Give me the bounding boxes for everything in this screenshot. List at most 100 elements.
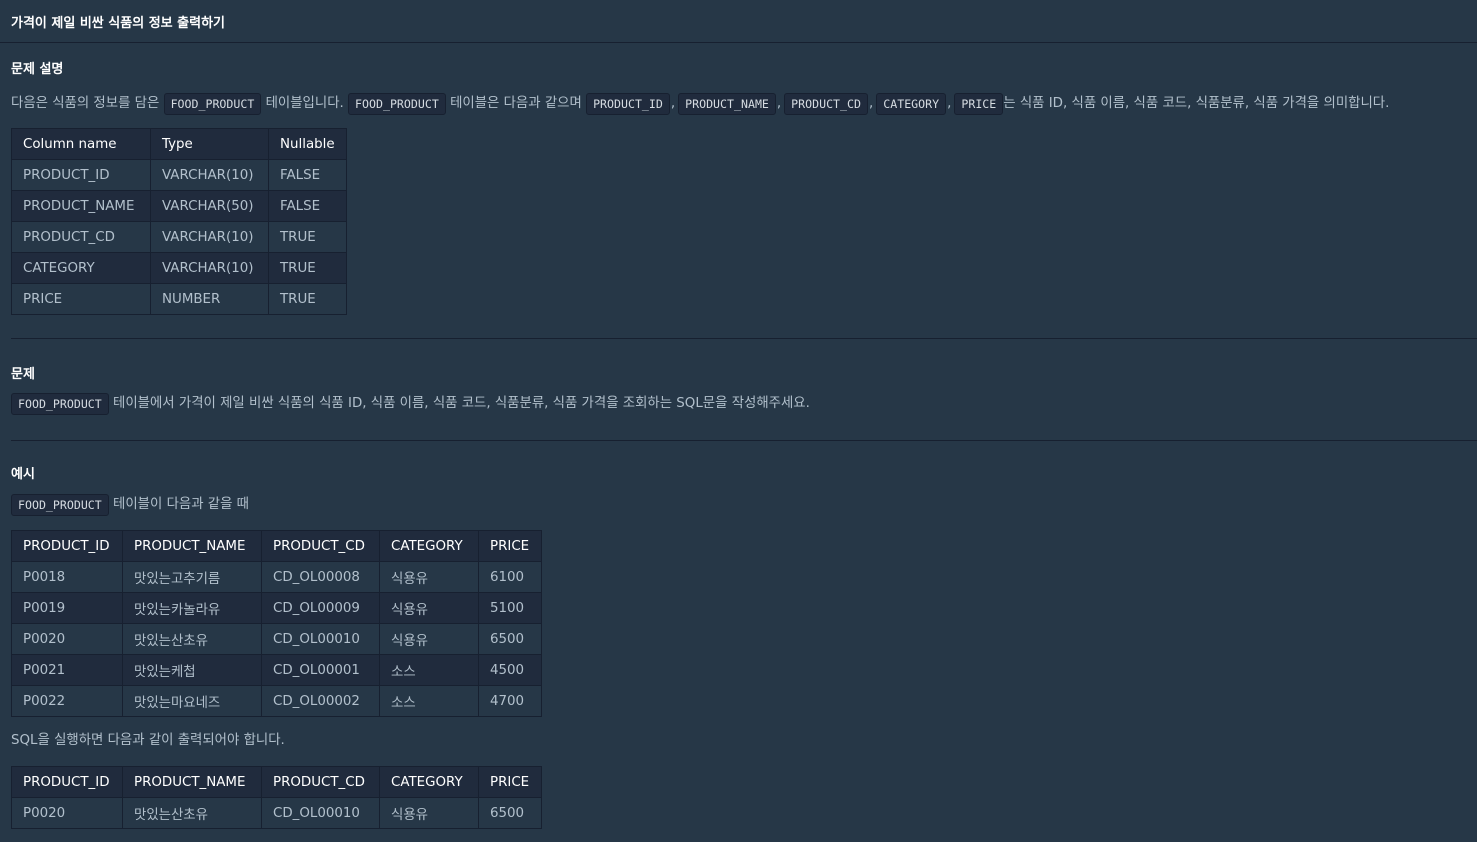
divider — [11, 440, 1477, 441]
table-header-cell: Type — [150, 128, 269, 160]
table-cell: CD_OL00009 — [261, 592, 380, 624]
table-cell: P0021 — [11, 654, 123, 686]
table-header-cell: PRODUCT_ID — [11, 766, 123, 798]
table-header-cell: PRODUCT_NAME — [122, 530, 262, 562]
table-header-row: PRODUCT_ID PRODUCT_NAME PRODUCT_CD CATEG… — [11, 766, 542, 798]
comma: , — [868, 96, 874, 111]
problem-page: 가격이 제일 비싼 식품의 정보 출력하기 문제 설명 다음은 식품의 정보를 … — [0, 0, 1477, 842]
table-cell: P0018 — [11, 561, 123, 593]
example-text: 테이블이 다음과 같을 때 — [113, 497, 249, 512]
title-bar: 가격이 제일 비싼 식품의 정보 출력하기 — [0, 0, 1477, 43]
table-row: PRICE NUMBER TRUE — [11, 283, 347, 315]
table-cell: P0020 — [11, 623, 123, 655]
table-cell: 맛있는마요네즈 — [122, 685, 262, 717]
comma: , — [776, 96, 782, 111]
table-cell: 소스 — [379, 685, 479, 717]
table-cell: 소스 — [379, 654, 479, 686]
desc-text-3: 테이블은 다음과 같으며 — [450, 96, 582, 111]
problem-text: 테이블에서 가격이 제일 비싼 식품의 식품 ID, 식품 이름, 식품 코드,… — [113, 396, 810, 411]
table-cell: 5100 — [478, 592, 542, 624]
table-header-cell: CATEGORY — [379, 530, 479, 562]
code-food-product: FOOD_PRODUCT — [348, 93, 446, 115]
table-header-cell: PRICE — [478, 766, 542, 798]
example-heading: 예시 — [11, 467, 35, 482]
table-row: P0020 맛있는산초유 CD_OL00010 식용유 6500 — [11, 797, 542, 829]
code-product-cd: PRODUCT_CD — [784, 93, 868, 115]
code-food-product: FOOD_PRODUCT — [163, 93, 262, 115]
table-cell: 맛있는카놀라유 — [122, 592, 262, 624]
table-cell: 6500 — [478, 623, 542, 655]
table-row: CATEGORY VARCHAR(10) TRUE — [11, 252, 347, 284]
table-cell: CD_OL00002 — [261, 685, 380, 717]
table-cell: PRODUCT_NAME — [11, 190, 151, 222]
table-cell: CD_OL00001 — [261, 654, 380, 686]
table-cell: FALSE — [268, 159, 347, 191]
table-row: PRODUCT_CD VARCHAR(10) TRUE — [11, 221, 347, 253]
table-cell: 식용유 — [379, 561, 479, 593]
table-row: P0019 맛있는카놀라유 CD_OL00009 식용유 5100 — [11, 592, 542, 624]
table-cell: VARCHAR(50) — [150, 190, 269, 222]
table-header-cell: PRICE — [478, 530, 542, 562]
table-row: P0022 맛있는마요네즈 CD_OL00002 소스 4700 — [11, 685, 542, 717]
table-cell: FALSE — [268, 190, 347, 222]
table-header-cell: PRODUCT_NAME — [122, 766, 262, 798]
code-product-name: PRODUCT_NAME — [678, 93, 776, 115]
page-title: 가격이 제일 비싼 식품의 정보 출력하기 — [11, 15, 225, 31]
table-cell: TRUE — [268, 252, 347, 284]
result-sentence: SQL을 실행하면 다음과 같이 출력되어야 합니다. — [11, 730, 285, 753]
table-cell: 식용유 — [379, 592, 479, 624]
code-food-product: FOOD_PRODUCT — [11, 494, 109, 516]
table-cell: 4500 — [478, 654, 542, 686]
code-product-id: PRODUCT_ID — [586, 93, 670, 115]
table-row: P0020 맛있는산초유 CD_OL00010 식용유 6500 — [11, 623, 542, 655]
table-cell: TRUE — [268, 283, 347, 315]
table-row: P0021 맛있는케첩 CD_OL00001 소스 4500 — [11, 654, 542, 686]
table-row: P0018 맛있는고추기름 CD_OL00008 식용유 6100 — [11, 561, 542, 593]
table-cell: PRICE — [11, 283, 151, 315]
problem-sentence: FOOD_PRODUCT 테이블에서 가격이 제일 비싼 식품의 식품 ID, … — [11, 393, 810, 416]
table-cell: VARCHAR(10) — [150, 252, 269, 284]
table-cell: TRUE — [268, 221, 347, 253]
table-cell: PRODUCT_CD — [11, 221, 151, 253]
example-input-table: PRODUCT_ID PRODUCT_NAME PRODUCT_CD CATEG… — [11, 530, 542, 717]
problem-heading: 문제 — [11, 367, 35, 382]
desc-text-1: 다음은 식품의 정보를 담은 — [11, 96, 160, 111]
table-cell: CD_OL00010 — [261, 623, 380, 655]
table-cell: 맛있는산초유 — [122, 623, 262, 655]
table-header-cell: PRODUCT_CD — [261, 530, 380, 562]
divider — [11, 338, 1477, 339]
comma: , — [947, 96, 952, 111]
example-output-table: PRODUCT_ID PRODUCT_NAME PRODUCT_CD CATEG… — [11, 766, 542, 829]
schema-table: Column name Type Nullable PRODUCT_ID VAR… — [11, 128, 347, 315]
table-cell: VARCHAR(10) — [150, 221, 269, 253]
description-sentence: 다음은 식품의 정보를 담은 FOOD_PRODUCT 테이블입니다. FOOD… — [11, 93, 1389, 116]
table-header-row: PRODUCT_ID PRODUCT_NAME PRODUCT_CD CATEG… — [11, 530, 542, 562]
table-header-cell: Column name — [11, 128, 151, 160]
table-cell: CD_OL00010 — [261, 797, 380, 829]
desc-text-2: 테이블입니다. — [265, 96, 344, 111]
table-cell: VARCHAR(10) — [150, 159, 269, 191]
table-header-cell: CATEGORY — [379, 766, 479, 798]
table-cell: NUMBER — [150, 283, 269, 315]
table-cell: CD_OL00008 — [261, 561, 380, 593]
table-cell: P0020 — [11, 797, 123, 829]
code-price: PRICE — [954, 93, 1004, 115]
description-heading: 문제 설명 — [11, 62, 64, 77]
code-category: CATEGORY — [876, 93, 947, 115]
table-row: PRODUCT_ID VARCHAR(10) FALSE — [11, 159, 347, 191]
table-cell: P0019 — [11, 592, 123, 624]
code-food-product: FOOD_PRODUCT — [11, 393, 109, 415]
table-cell: 식용유 — [379, 623, 479, 655]
result-text: SQL을 실행하면 다음과 같이 출력되어야 합니다. — [11, 733, 285, 748]
table-header-cell: Nullable — [268, 128, 347, 160]
table-cell: 맛있는산초유 — [122, 797, 262, 829]
table-cell: 맛있는고추기름 — [122, 561, 262, 593]
table-header-row: Column name Type Nullable — [11, 128, 347, 160]
table-cell: 6100 — [478, 561, 542, 593]
table-cell: P0022 — [11, 685, 123, 717]
desc-text-4: 는 식품 ID, 식품 이름, 식품 코드, 식품분류, 식품 가격을 의미합니… — [1003, 96, 1390, 111]
comma: , — [670, 96, 676, 111]
table-cell: 4700 — [478, 685, 542, 717]
table-cell: 맛있는케첩 — [122, 654, 262, 686]
table-header-cell: PRODUCT_ID — [11, 530, 123, 562]
